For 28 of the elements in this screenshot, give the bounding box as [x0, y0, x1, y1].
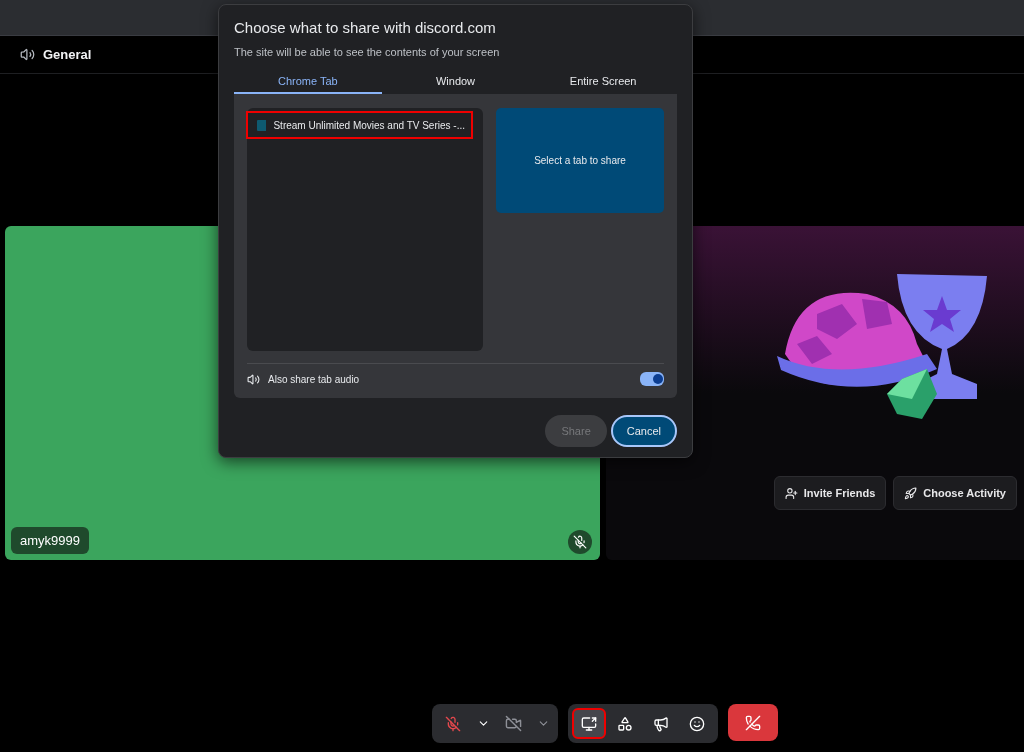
source-tab[interactable]: Entire Screen: [529, 70, 677, 94]
cancel-button[interactable]: Cancel: [610, 415, 677, 447]
username-tag: amyk9999: [11, 527, 89, 554]
audio-toggle[interactable]: [640, 372, 664, 386]
megaphone-icon: [653, 715, 669, 732]
source-tab[interactable]: Window: [381, 70, 530, 94]
muted-mic-icon: [445, 715, 461, 732]
dialog-subtitle: The site will be able to see the contents of your screen: [234, 46, 501, 58]
shapes-icon: [617, 715, 633, 732]
choose-activity-button[interactable]: Choose Activity: [893, 476, 1017, 510]
audio-label: Also share tab audio: [268, 373, 361, 385]
speaker-icon: [247, 372, 260, 386]
preview-area: Select a tab to share: [496, 108, 664, 213]
invite-friends-button[interactable]: Invite Friends: [773, 476, 887, 510]
favicon-icon: [257, 119, 267, 131]
rocket-icon: [904, 486, 918, 500]
dialog-title: Choose what to share with discord.com: [234, 19, 497, 36]
screen-share-button[interactable]: [572, 708, 606, 739]
screen-share-icon: [581, 715, 597, 732]
browser-tab-item[interactable]: Stream Unlimited Movies and TV Series -...: [246, 111, 473, 139]
hang-up-icon: [745, 714, 761, 731]
person-plus-icon: [784, 486, 798, 500]
camera-off-icon: [504, 715, 522, 732]
speaker-icon: [20, 47, 35, 62]
channel-name: General: [43, 47, 92, 62]
mic-off-glyph-icon: [573, 535, 587, 549]
smiley-icon: [689, 715, 705, 732]
end-call-button[interactable]: [728, 704, 778, 741]
